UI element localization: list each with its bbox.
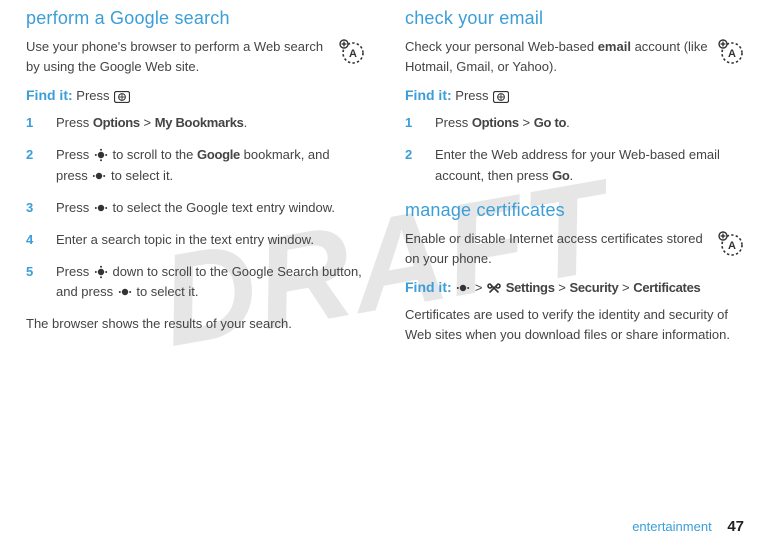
heading-certificates: manage certificates [405, 200, 744, 221]
options-label: Options [472, 115, 519, 130]
find-it-text: Press [76, 88, 113, 103]
text: Press [56, 264, 93, 279]
my-bookmarks-label: My Bookmarks [155, 115, 244, 130]
find-it-label: Find it: [26, 87, 73, 103]
step-5: 5 Press down to scroll to the Google Sea… [26, 262, 365, 302]
step-body: Press to scroll to the Google bookmark, … [56, 145, 365, 185]
find-it-row-2: Find it: > Settings > Security > Certifi… [405, 279, 744, 295]
footer-section-label: entertainment [632, 519, 712, 534]
text: . [244, 115, 248, 130]
text: Enter the Web address for your Web-based… [435, 147, 720, 182]
step-number: 5 [26, 262, 38, 302]
globe-key-icon [493, 91, 509, 103]
text: to select the Google text entry window. [112, 200, 335, 215]
nav-ring-icon [94, 265, 108, 279]
text: to select it. [111, 168, 173, 183]
network-a-icon: A [339, 39, 365, 68]
step-body: Enter the Web address for your Web-based… [435, 145, 744, 185]
svg-text:A: A [349, 48, 357, 60]
step-body: Press down to scroll to the Google Searc… [56, 262, 365, 302]
certificates-label: Certificates [633, 280, 700, 295]
page-footer: entertainment 47 [632, 518, 744, 535]
center-key-icon [94, 201, 108, 215]
step-4: 4 Enter a search topic in the text entry… [26, 230, 365, 250]
text: > [475, 280, 486, 295]
right-column: check your email A Check your personal W… [405, 8, 744, 355]
step-body: Press Options > Go to. [435, 113, 744, 133]
step-number: 1 [405, 113, 417, 133]
step-number: 1 [26, 113, 38, 133]
text: Press [56, 147, 93, 162]
find-it-label: Find it: [405, 87, 452, 103]
center-key-icon [92, 169, 106, 183]
find-it-row: Find it: Press [26, 87, 365, 103]
svg-text:A: A [728, 48, 736, 60]
nav-ring-icon [94, 148, 108, 162]
text: > [622, 280, 633, 295]
step-number: 3 [26, 198, 38, 218]
outro-text: The browser shows the results of your se… [26, 314, 365, 334]
step-body: Press Options > My Bookmarks. [56, 113, 365, 133]
svg-text:A: A [728, 240, 736, 252]
step-number: 2 [405, 145, 417, 185]
heading-google-search: perform a Google search [26, 8, 365, 29]
text: . [570, 168, 574, 183]
find-it-row: Find it: Press [405, 87, 744, 103]
outro-text-2: Certificates are used to verify the iden… [405, 305, 744, 345]
go-label: Go [552, 168, 569, 183]
heading-check-email: check your email [405, 8, 744, 29]
text: Press [435, 115, 472, 130]
center-key-icon [118, 285, 132, 299]
step-2: 2 Enter the Web address for your Web-bas… [405, 145, 744, 185]
intro-text-2: Enable or disable Internet access certif… [405, 229, 744, 269]
tools-icon [487, 281, 501, 295]
find-it-label: Find it: [405, 279, 452, 295]
page-number: 47 [727, 518, 744, 535]
step-1: 1 Press Options > Go to. [405, 113, 744, 133]
email-bold: email [598, 39, 631, 54]
left-column: perform a Google search A Use your phone… [26, 8, 365, 355]
step-3: 3 Press to select the Google text entry … [26, 198, 365, 218]
text: Press [56, 115, 93, 130]
text: > [558, 280, 569, 295]
center-key-icon [456, 281, 470, 295]
step-body: Press to select the Google text entry wi… [56, 198, 365, 218]
intro-text: Check your personal Web-based email acco… [405, 37, 744, 77]
text: Check your personal Web-based [405, 39, 598, 54]
text: to scroll to the [112, 147, 197, 162]
globe-key-icon [114, 91, 130, 103]
step-1: 1 Press Options > My Bookmarks. [26, 113, 365, 133]
network-a-icon: A [718, 231, 744, 260]
goto-label: Go to [534, 115, 566, 130]
step-body: Enter a search topic in the text entry w… [56, 230, 365, 250]
find-it-text: Press [455, 88, 492, 103]
network-a-icon: A [718, 39, 744, 68]
page-content: perform a Google search A Use your phone… [0, 0, 770, 355]
security-label: Security [569, 280, 618, 295]
find-it-path: > Settings > Security > Certificates [455, 280, 700, 295]
intro-text: Use your phone's browser to perform a We… [26, 37, 365, 77]
text: > [143, 115, 154, 130]
step-number: 2 [26, 145, 38, 185]
text: to select it. [136, 284, 198, 299]
step-number: 4 [26, 230, 38, 250]
options-label: Options [93, 115, 140, 130]
text: > [522, 115, 533, 130]
step-2: 2 Press to scroll to the Google bookmark… [26, 145, 365, 185]
text: . [566, 115, 570, 130]
google-label: Google [197, 147, 240, 162]
settings-label: Settings [506, 280, 555, 295]
text: Press [56, 200, 93, 215]
